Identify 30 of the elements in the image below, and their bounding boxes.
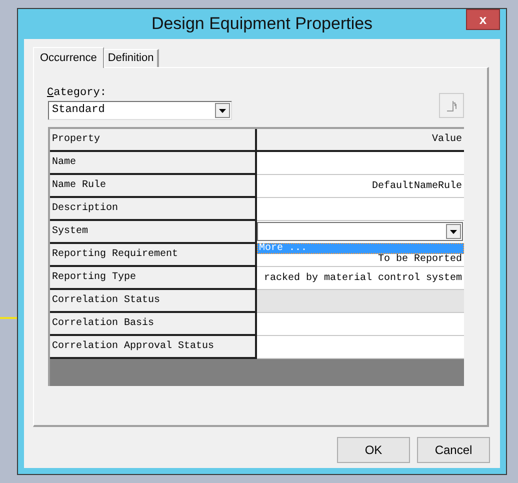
column-header: Value [257,129,464,152]
value-cell[interactable]: DefaultNameRule [257,175,464,198]
properties-tool-button[interactable] [439,93,464,118]
value-cell[interactable] [257,152,464,175]
dialog-button[interactable]: OK [337,437,410,463]
property-cell: System [50,221,257,244]
category-value: Standard [51,103,106,118]
window-title: Design Equipment Properties [151,13,373,36]
close-button[interactable]: x [466,9,500,30]
dialog-button[interactable]: Cancel [417,437,490,463]
value-cell[interactable] [257,290,464,313]
column-header: Property [50,129,257,152]
property-cell: Correlation Status [50,290,257,313]
value-cell[interactable] [257,313,464,336]
value-cell[interactable] [257,336,464,359]
category-label: Category: [47,86,106,101]
tab[interactable]: Occurrence [33,47,104,68]
property-cell: Reporting Type [50,267,257,290]
property-cell: Correlation Approval Status [50,336,257,359]
value-cell[interactable] [257,198,464,221]
guide-line [0,317,17,319]
document-icon [446,100,458,112]
property-cell: Name Rule [50,175,257,198]
property-cell: Correlation Basis [50,313,257,336]
value-cell[interactable]: racked by material control system [257,267,464,290]
property-cell: Name [50,152,257,175]
property-cell: Description [50,198,257,221]
tab[interactable]: Definition [104,49,159,67]
category-dropdown[interactable]: Standard [48,101,232,120]
property-cell: Reporting Requirement [50,244,257,267]
